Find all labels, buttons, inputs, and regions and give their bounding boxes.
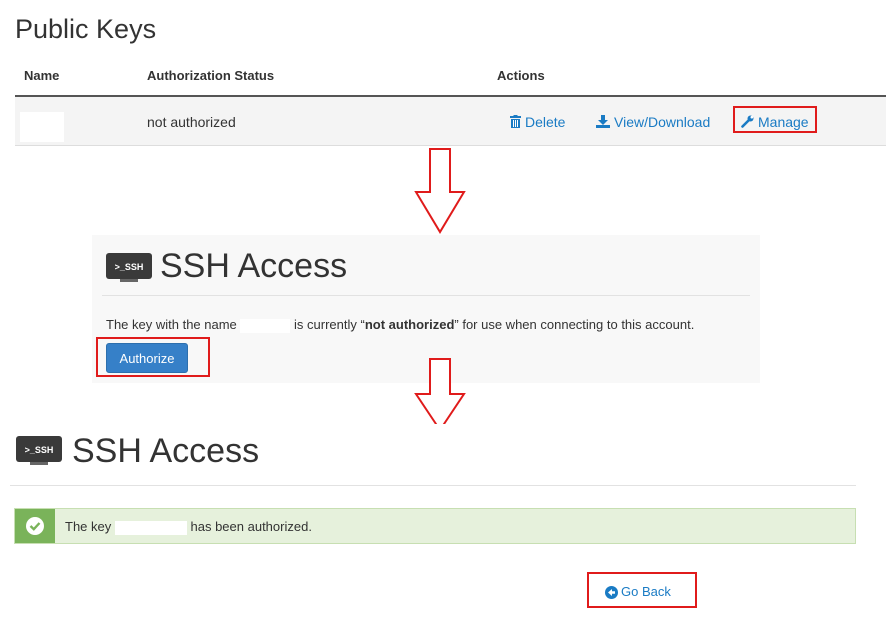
svg-text:>_SSH: >_SSH — [115, 262, 144, 272]
ssh-access-result-panel: >_SSH SSH Access The key has been author… — [0, 424, 856, 614]
redacted-key-name — [114, 520, 187, 535]
redacted-key-name — [240, 318, 291, 333]
column-header-actions: Actions — [497, 68, 545, 83]
authorization-status: not authorized — [147, 114, 236, 130]
authorization-message: The key with the name is currently “not … — [106, 317, 694, 333]
ssh-access-title: SSH Access — [72, 432, 260, 470]
ssh-terminal-icon: >_SSH — [106, 253, 152, 282]
success-message: The key has been authorized. — [65, 519, 312, 535]
success-alert: The key has been authorized. — [14, 508, 856, 544]
trash-icon — [510, 115, 521, 131]
check-circle-icon — [26, 517, 44, 535]
down-arrow-icon — [414, 148, 466, 234]
alert-suffix: has been authorized. — [190, 519, 312, 534]
column-header-name: Name — [24, 68, 60, 83]
public-keys-panel: Public Keys Name Authorization Status Ac… — [0, 0, 886, 148]
message-prefix: The key with the name — [106, 317, 237, 332]
manage-highlight-box — [733, 106, 817, 133]
ssh-access-title: SSH Access — [160, 247, 348, 285]
authorize-highlight-box — [96, 337, 210, 377]
title-divider — [10, 485, 856, 486]
download-icon — [596, 115, 610, 131]
svg-text:>_SSH: >_SSH — [25, 445, 54, 455]
page-title: Public Keys — [15, 14, 157, 44]
alert-prefix: The key — [65, 519, 112, 534]
redacted-key-name — [20, 112, 64, 142]
message-middle: is currently “ — [294, 317, 365, 332]
message-suffix: ” for use when connecting to this accoun… — [454, 317, 695, 332]
delete-label: Delete — [525, 114, 566, 130]
view-download-link[interactable]: View/Download — [596, 114, 710, 131]
view-download-label: View/Download — [614, 114, 711, 130]
title-divider — [102, 295, 750, 296]
go-back-highlight-box — [587, 572, 697, 608]
delete-link[interactable]: Delete — [510, 114, 565, 131]
not-authorized-status: not authorized — [364, 317, 455, 332]
ssh-terminal-icon: >_SSH — [16, 436, 62, 465]
column-header-authorization-status: Authorization Status — [147, 68, 275, 83]
down-arrow-icon — [414, 358, 466, 432]
